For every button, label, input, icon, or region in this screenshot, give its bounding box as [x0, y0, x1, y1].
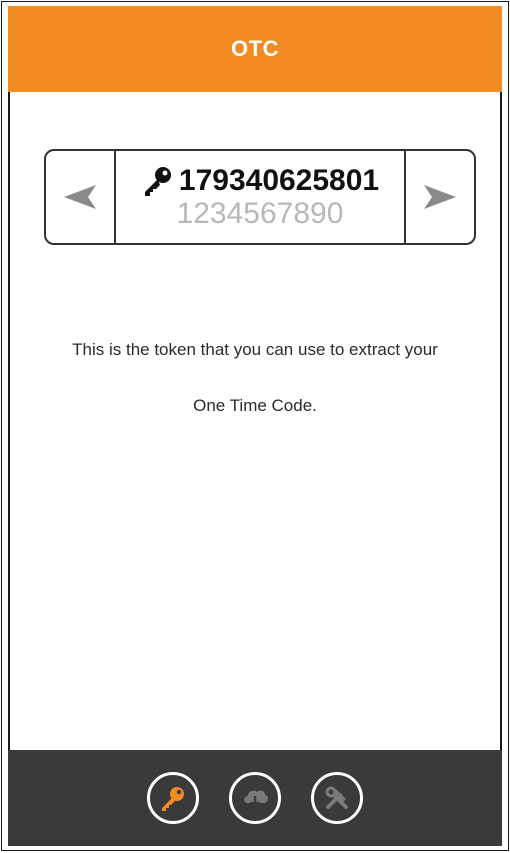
key-icon	[162, 787, 184, 811]
token-selector: 179340625801 1234567890	[44, 149, 476, 245]
description-line-2: One Time Code.	[193, 396, 317, 415]
app-frame: OTC 179340625801 1234567890 This is the …	[1, 1, 509, 851]
previous-token-button[interactable]	[46, 151, 116, 243]
page-title: OTC	[231, 36, 279, 61]
header-bar: OTC	[8, 6, 502, 92]
tab-tools[interactable]	[311, 772, 363, 824]
cloud-download-icon	[244, 790, 268, 808]
tab-download[interactable]	[229, 772, 281, 824]
next-token-button[interactable]	[404, 151, 474, 243]
right-arrow-icon	[424, 185, 456, 209]
token-display: 179340625801 1234567890	[116, 151, 404, 243]
right-border	[500, 92, 502, 750]
tab-key[interactable]	[147, 772, 199, 824]
current-token: 179340625801	[141, 164, 379, 198]
next-token-value: 1234567890	[176, 197, 344, 230]
token-description: This is the token that you can use to ex…	[32, 322, 478, 434]
current-token-value: 179340625801	[178, 164, 380, 197]
key-icon	[144, 167, 171, 196]
left-arrow-icon	[64, 185, 96, 209]
description-line-1: This is the token that you can use to ex…	[72, 340, 438, 359]
bottom-nav	[8, 750, 502, 846]
left-border	[8, 92, 10, 750]
tools-icon	[325, 786, 348, 809]
